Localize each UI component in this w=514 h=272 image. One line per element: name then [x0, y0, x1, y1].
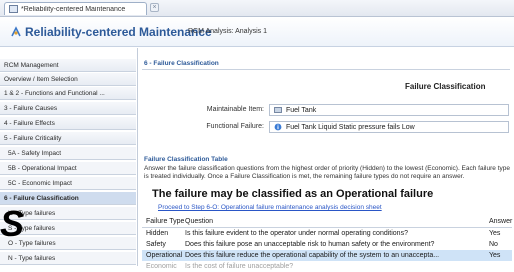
table-description: Answer the failure classification questi…	[144, 165, 510, 180]
header-failure-type: Failure Type	[146, 218, 185, 225]
sidebar-item-overview[interactable]: Overview / Item Selection	[0, 73, 136, 86]
row-type: Hidden	[146, 230, 169, 237]
sidebar-item-functions[interactable]: 1 & 2 - Functions and Functional ...	[0, 87, 136, 100]
row-type: Safety	[146, 241, 166, 248]
header-question: Question	[185, 218, 214, 225]
functional-failure-field[interactable]: Fuel Tank Liquid Static pressure fails L…	[269, 121, 509, 133]
table-header-row: Failure Type Question Answer	[142, 216, 512, 228]
row-question: Does this failure reduce the operational…	[185, 252, 440, 259]
classification-heading: Failure Classification	[405, 82, 486, 91]
row-type: Operational	[146, 252, 183, 259]
sidebar-item-failure-criticality[interactable]: 5 - Failure Criticality	[0, 132, 136, 145]
table-row-selected[interactable]: Operational Does this failure reduce the…	[142, 250, 512, 261]
table-row[interactable]: Safety Does this failure pose an unaccep…	[142, 239, 512, 250]
sidebar-item-economic-impact[interactable]: 5C - Economic Impact	[0, 177, 136, 190]
sidebar-item-failure-effects[interactable]: 4 - Failure Effects	[0, 117, 136, 130]
header-answer: Answer	[489, 218, 513, 225]
functional-failure-label: Functional Failure:	[206, 123, 264, 130]
table-title: Failure Classification Table	[144, 156, 228, 163]
classification-result: The failure may be classified as an Oper…	[152, 188, 434, 200]
section-divider	[142, 69, 510, 70]
sidebar-item-rcm-management[interactable]: RCM Management	[0, 59, 136, 72]
editor-header: Reliability-centered Maintenance RCM Ana…	[0, 17, 514, 47]
maintainable-item-field[interactable]: Fuel Tank	[269, 104, 509, 116]
sidebar-item-operational-impact[interactable]: 5B - Operational Impact	[0, 162, 136, 175]
page-title: Reliability-centered Maintenance	[25, 25, 212, 39]
row-question: Is the cost of failure unacceptable?	[185, 263, 294, 270]
rcm-icon	[11, 26, 21, 37]
row-answer: Yes	[489, 230, 501, 237]
table-row[interactable]: Hidden Is this failure evident to the op…	[142, 228, 512, 239]
sidebar-item-failure-causes[interactable]: 3 - Failure Causes	[0, 102, 136, 115]
editor-tab-bar: *Reliability-centered Maintenance ×	[0, 0, 514, 17]
watermark-letter: S	[0, 203, 25, 244]
row-question: Does this failure pose an unacceptable r…	[185, 241, 435, 248]
sidebar-item-n-type[interactable]: N - Type failures	[0, 252, 136, 265]
info-icon	[274, 123, 282, 131]
section-title: 6 - Failure Classification	[144, 60, 219, 67]
maintainable-item-label: Maintainable Item:	[206, 106, 264, 113]
maintainable-item-value: Fuel Tank	[286, 106, 317, 114]
functional-failure-value: Fuel Tank Liquid Static pressure fails L…	[286, 123, 415, 131]
tab-title: *Reliability-centered Maintenance	[21, 5, 126, 13]
proceed-link[interactable]: Proceed to Step 6-O: Operational failure…	[158, 204, 382, 211]
document-icon	[9, 5, 18, 13]
item-icon	[274, 107, 282, 113]
close-icon[interactable]: ×	[150, 3, 159, 12]
table-row[interactable]: Economic Is the cost of failure unaccept…	[142, 261, 512, 272]
row-type: Economic	[146, 263, 177, 270]
editor-tab[interactable]: *Reliability-centered Maintenance	[4, 2, 147, 15]
main-content: 6 - Failure Classification Failure Class…	[138, 48, 514, 270]
row-question: Is this failure evident to the operator …	[185, 230, 408, 237]
row-answer: No	[489, 241, 498, 248]
analysis-subtitle: RCM Analysis: Analysis 1	[188, 28, 267, 35]
row-answer: Yes	[489, 252, 501, 259]
sidebar-item-safety-impact[interactable]: 5A - Safety Impact	[0, 147, 136, 160]
